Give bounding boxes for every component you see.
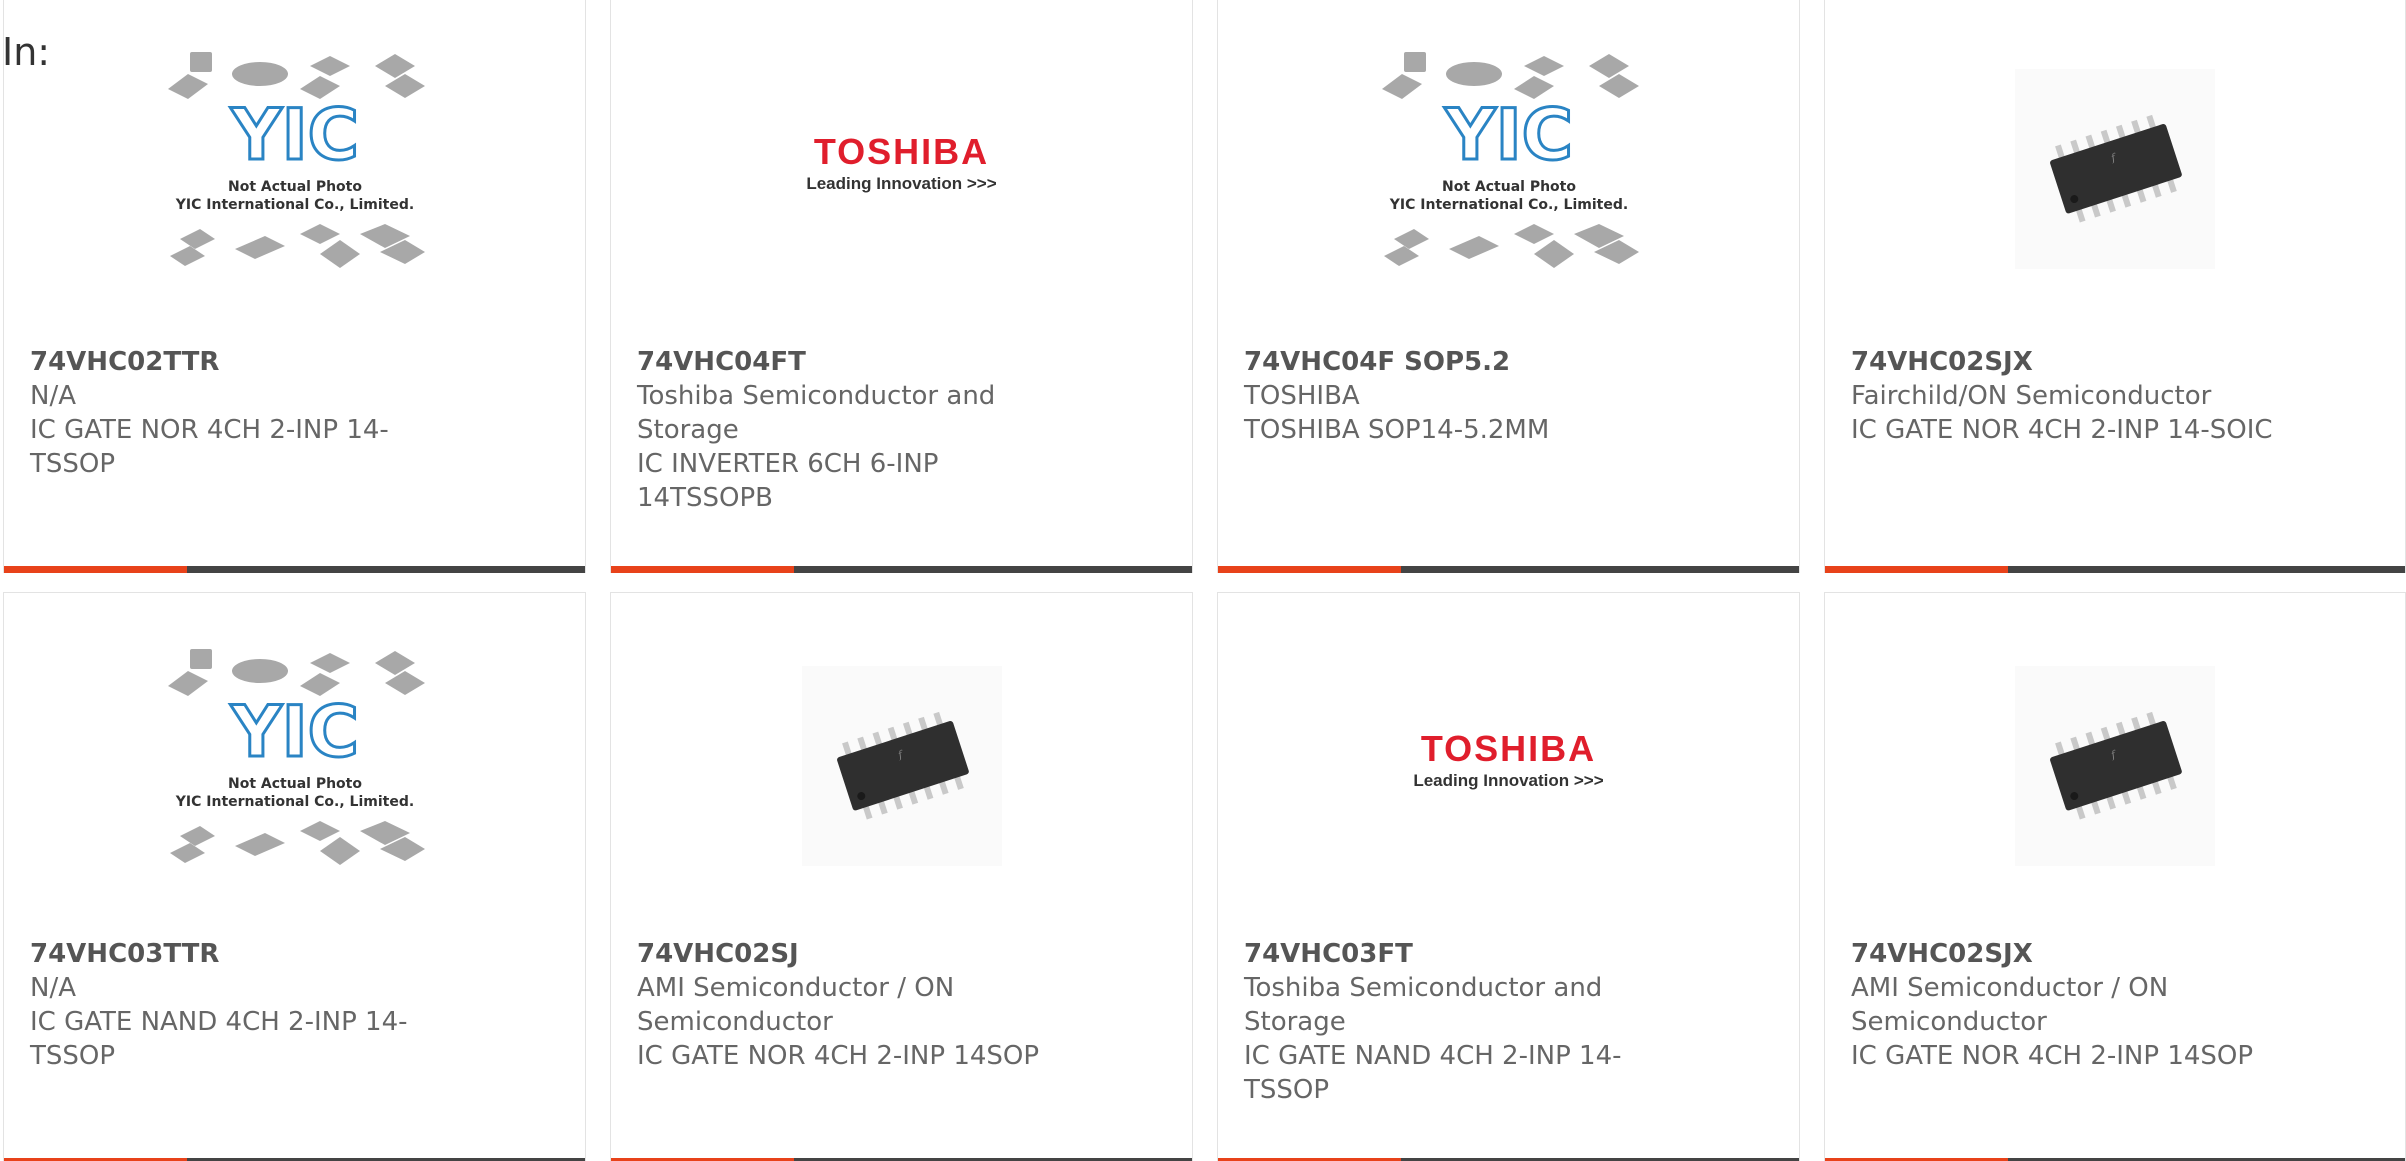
svg-text:YIC: YIC	[1443, 94, 1572, 176]
card-bar-accent	[4, 566, 187, 573]
svg-text:YIC: YIC	[229, 691, 358, 773]
description: IC GATE NAND 4CH 2-INP 14-	[30, 1007, 408, 1037]
toshiba-logo: TOSHIBA Leading Innovation >>>	[806, 134, 996, 194]
card-bar-accent	[1218, 566, 1401, 573]
product-image-placeholder: YIC Not Actual Photo YIC International C…	[4, 593, 585, 939]
description-cont: 14TSSOPB	[637, 483, 773, 513]
svg-text:YIC International Co., Limited: YIC International Co., Limited.	[1388, 197, 1627, 213]
not-actual-photo-image: YIC Not Actual Photo YIC International C…	[167, 52, 425, 268]
manufacturer: Fairchild/ON Semiconductor	[1851, 381, 2212, 411]
product-image-toshiba: TOSHIBA Leading Innovation >>>	[611, 0, 1192, 339]
description: TOSHIBA SOP14-5.2MM	[1244, 415, 1550, 445]
product-image-chip: f	[1825, 593, 2405, 939]
part-number[interactable]: 74VHC04FT	[637, 345, 1067, 379]
card-bar-accent	[611, 566, 794, 573]
manufacturer: Toshiba Semiconductor and	[637, 381, 996, 411]
description-cont: TSSOP	[1244, 1075, 1330, 1105]
product-card[interactable]: f 74VHC02SJX AMI Semiconductor / ON Semi…	[1824, 592, 2406, 1161]
product-card[interactable]: f 74VHC02SJ AMI Semiconductor / ON Semic…	[610, 592, 1193, 1161]
description-cont: TSSOP	[30, 1041, 116, 1071]
product-card[interactable]: YIC Not Actual Photo YIC International C…	[3, 592, 586, 1161]
toshiba-brand: TOSHIBA	[1420, 728, 1597, 769]
part-number[interactable]: 74VHC03FT	[1244, 937, 1674, 971]
not-actual-photo-image: YIC Not Actual Photo YIC International C…	[167, 649, 425, 865]
card-bar	[4, 566, 585, 573]
manufacturer: AMI Semiconductor / ON	[1851, 973, 2169, 1003]
manufacturer: AMI Semiconductor / ON	[637, 973, 955, 1003]
manufacturer-cont: Storage	[637, 415, 739, 445]
product-image-chip: f	[611, 593, 1192, 939]
product-image-placeholder: YIC Not Actual Photo YIC International C…	[1218, 0, 1799, 339]
svg-text:YIC International Co., Limited: YIC International Co., Limited.	[174, 794, 413, 810]
card-bar	[611, 566, 1192, 573]
manufacturer-cont: Semiconductor	[637, 1007, 833, 1037]
svg-text:Not Actual Photo: Not Actual Photo	[228, 776, 362, 792]
not-actual-photo-image: YIC Not Actual Photo YIC International C…	[1381, 52, 1639, 268]
description: IC INVERTER 6CH 6-INP	[637, 449, 939, 479]
product-card[interactable]: f 74VHC02SJX Fairchild/ON Semiconductor …	[1824, 0, 2406, 573]
manufacturer: Toshiba Semiconductor and	[1244, 973, 1603, 1003]
description: IC GATE NAND 4CH 2-INP 14-	[1244, 1041, 1622, 1071]
card-bar-accent	[1825, 566, 2008, 573]
product-image-chip: f	[1825, 0, 2405, 339]
in-label: In:	[2, 30, 51, 74]
manufacturer: N/A	[30, 381, 76, 411]
product-card[interactable]: YIC Not Actual Photo YIC International C…	[1217, 0, 1800, 573]
toshiba-tag: Leading Innovation >>>	[806, 174, 997, 193]
description: IC GATE NOR 4CH 2-INP 14SOP	[1851, 1041, 2254, 1071]
soic-chip-image: f	[801, 666, 1002, 866]
product-card[interactable]: TOSHIBA Leading Innovation >>> 74VHC04FT…	[610, 0, 1193, 573]
product-card[interactable]: YIC Not Actual Photo YIC International C…	[3, 0, 586, 573]
description: IC GATE NOR 4CH 2-INP 14-SOIC	[1851, 415, 2273, 445]
product-image-toshiba: TOSHIBA Leading Innovation >>>	[1218, 593, 1799, 939]
svg-text:YIC: YIC	[229, 94, 358, 176]
part-number[interactable]: 74VHC02SJ	[637, 937, 1067, 971]
svg-text:Not Actual Photo: Not Actual Photo	[1442, 179, 1576, 195]
toshiba-tag: Leading Innovation >>>	[1413, 771, 1604, 790]
product-image-placeholder: YIC Not Actual Photo YIC International C…	[4, 0, 585, 339]
card-bar	[1218, 566, 1799, 573]
toshiba-brand: TOSHIBA	[813, 131, 990, 172]
card-bar	[1825, 566, 2405, 573]
part-number[interactable]: 74VHC02TTR	[30, 345, 460, 379]
manufacturer-cont: Semiconductor	[1851, 1007, 2047, 1037]
soic-chip-image: f	[2015, 69, 2215, 269]
product-card[interactable]: TOSHIBA Leading Innovation >>> 74VHC03FT…	[1217, 592, 1800, 1161]
description: IC GATE NOR 4CH 2-INP 14-	[30, 415, 389, 445]
manufacturer: N/A	[30, 973, 76, 1003]
manufacturer: TOSHIBA	[1244, 381, 1360, 411]
part-number[interactable]: 74VHC02SJX	[1851, 345, 2281, 379]
description-cont: TSSOP	[30, 449, 116, 479]
manufacturer-cont: Storage	[1244, 1007, 1346, 1037]
svg-text:YIC International Co., Limited: YIC International Co., Limited.	[174, 197, 413, 213]
toshiba-logo: TOSHIBA Leading Innovation >>>	[1413, 731, 1603, 791]
part-number[interactable]: 74VHC03TTR	[30, 937, 460, 971]
soic-chip-image: f	[2015, 666, 2215, 866]
part-number[interactable]: 74VHC02SJX	[1851, 937, 2281, 971]
svg-text:Not Actual Photo: Not Actual Photo	[228, 179, 362, 195]
part-number[interactable]: 74VHC04F SOP5.2	[1244, 345, 1674, 379]
description: IC GATE NOR 4CH 2-INP 14SOP	[637, 1041, 1040, 1071]
